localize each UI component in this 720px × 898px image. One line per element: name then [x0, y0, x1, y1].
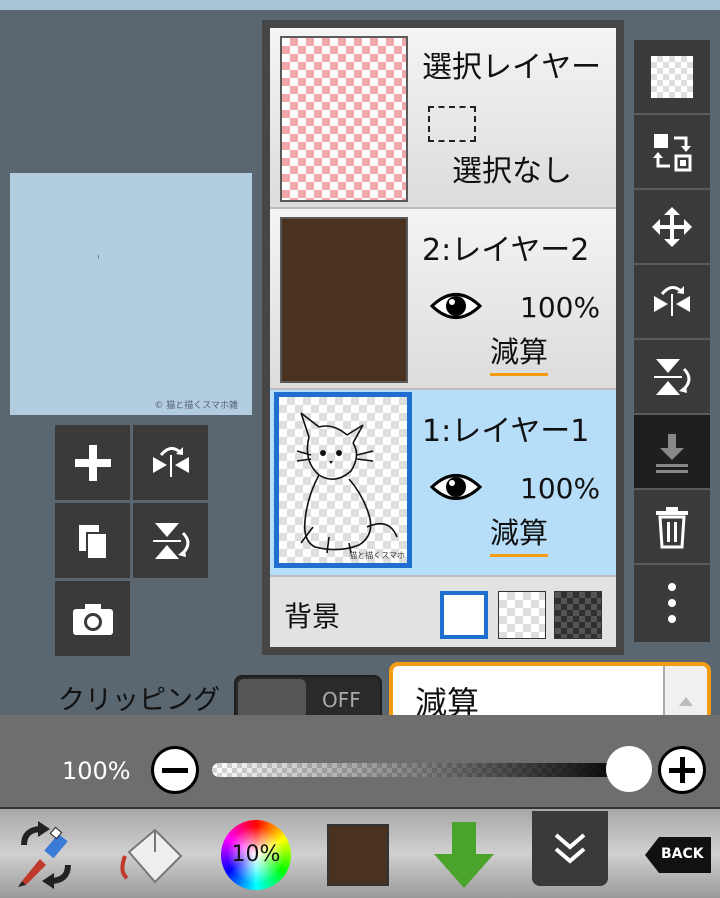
copy-layer-button[interactable] [55, 503, 130, 578]
delete-layer-button[interactable] [634, 490, 710, 565]
swap-layer-button[interactable] [634, 115, 710, 190]
toggle-state: OFF [322, 688, 361, 712]
layer2-name: 2:レイヤー2 [422, 233, 590, 268]
flip-horizontal-button[interactable] [133, 425, 208, 500]
copy-icon [78, 524, 108, 560]
toggle-knob [238, 679, 306, 719]
clipping-label: クリッピング [58, 685, 220, 716]
opacity-value: 100% [62, 757, 131, 785]
canvas-preview[interactable]: © 猫と描くスマホ雑 [10, 173, 252, 415]
background-white-swatch[interactable] [440, 591, 488, 639]
flip-horizontal-button[interactable] [634, 265, 710, 340]
background-row: 背景 [270, 577, 616, 647]
current-color-swatch [327, 823, 389, 886]
back-label: BACK [661, 845, 704, 862]
opacity-slider-track[interactable] [212, 763, 632, 777]
visibility-eye-icon[interactable] [430, 291, 482, 321]
camera-icon [72, 603, 113, 635]
down-arrow-icon [434, 821, 494, 888]
flip-vertical-button[interactable] [133, 503, 208, 578]
minus-icon [162, 767, 188, 773]
transparency-icon [651, 55, 693, 98]
canvas-mark [98, 255, 99, 259]
plus-icon [74, 444, 111, 481]
layer1-watermark: 猫と描くスマホ [349, 551, 405, 560]
swap-layer-icon [653, 133, 692, 171]
layer1-thumbnail: 猫と描くスマホ [274, 392, 412, 568]
color-wheel-icon: 10% [221, 819, 291, 890]
color-wheel-button[interactable]: 10% [216, 809, 296, 898]
layer1-blend-mode: 減算 [490, 510, 549, 557]
back-button[interactable]: BACK [640, 809, 716, 898]
opacity-slider-knob[interactable] [606, 746, 652, 792]
background-dark-swatch[interactable] [554, 591, 602, 639]
more-menu-button[interactable] [634, 565, 710, 640]
flip-horizontal-icon [654, 285, 690, 316]
layer2-thumbnail [280, 217, 408, 383]
selection-marquee-icon [428, 106, 476, 142]
layer1-opacity: 100% [520, 472, 601, 505]
move-button[interactable] [634, 190, 710, 265]
right-toolbar [634, 40, 710, 642]
back-icon: BACK [643, 835, 713, 875]
fill-bucket-button[interactable] [110, 809, 190, 898]
download-button[interactable] [424, 809, 504, 898]
selection-status: 選択なし [452, 154, 572, 189]
flip-vertical-button[interactable] [634, 340, 710, 415]
collapse-panel-button[interactable] [532, 811, 608, 886]
merge-down-icon [656, 433, 688, 473]
canvas-watermark: © 猫と描くスマホ雑 [154, 401, 238, 411]
layer2-blend-mode: 減算 [490, 329, 549, 376]
layer-row-2[interactable]: 2:レイヤー2 100% 減算 [270, 209, 616, 390]
bottom-toolbar: 10% BACK [0, 807, 720, 898]
selection-layer-row[interactable]: 選択レイヤー 選択なし [270, 28, 616, 209]
transparency-button[interactable] [634, 40, 710, 115]
selection-layer-name: 選択レイヤー [422, 50, 602, 85]
flip-vertical-icon [654, 358, 691, 395]
layer2-opacity: 100% [520, 291, 601, 324]
flip-horizontal-icon [152, 446, 189, 477]
fill-bucket-icon [120, 828, 183, 883]
current-color-button[interactable] [322, 809, 394, 898]
move-icon [652, 206, 692, 247]
camera-button[interactable] [55, 581, 130, 656]
visibility-eye-icon[interactable] [430, 472, 482, 502]
tool-swap-button[interactable] [6, 809, 86, 898]
pen-eraser-swap-icon [18, 820, 71, 889]
trash-icon [656, 506, 688, 548]
cat-drawing-icon [296, 412, 398, 554]
selection-layer-thumbnail [280, 36, 408, 202]
opacity-slider-area: 100% [0, 715, 720, 807]
layer-row-1[interactable]: 猫と描くスマホ 1:レイヤー1 100% 減算 [270, 390, 616, 577]
opacity-decrease-button[interactable] [151, 746, 199, 794]
layer-panel: 選択レイヤー 選択なし 2:レイヤー2 100% 減算 猫と描くスマホ 1:レイ… [262, 20, 624, 655]
background-label: 背景 [284, 600, 341, 633]
merge-down-button[interactable] [634, 415, 710, 490]
flip-vertical-icon [152, 522, 189, 559]
layer-list: 選択レイヤー 選択なし 2:レイヤー2 100% 減算 猫と描くスマホ 1:レイ… [270, 28, 616, 647]
color-wheel-label: 10% [231, 842, 281, 867]
opacity-increase-button[interactable] [658, 746, 706, 794]
background-transparent-swatch[interactable] [498, 591, 546, 639]
add-layer-button[interactable] [55, 425, 130, 500]
more-icon [668, 582, 676, 623]
layer1-name: 1:レイヤー1 [422, 414, 590, 449]
top-strip [0, 0, 720, 10]
chevron-double-down-icon [554, 832, 586, 864]
